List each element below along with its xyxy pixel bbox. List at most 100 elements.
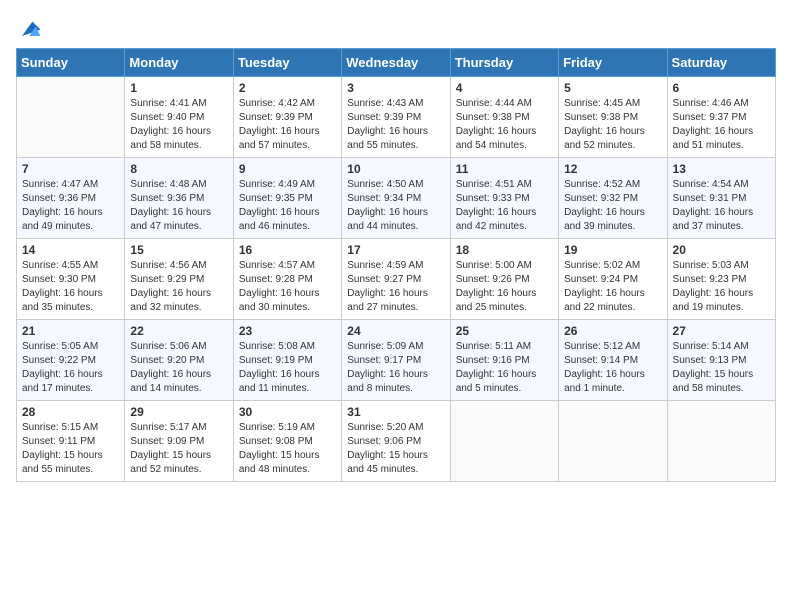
column-header-saturday: Saturday — [667, 49, 775, 77]
calendar-cell: 16Sunrise: 4:57 AMSunset: 9:28 PMDayligh… — [233, 239, 341, 320]
day-number: 27 — [673, 324, 770, 338]
calendar-cell: 2 Sunrise: 4:42 AMSunset: 9:39 PMDaylight… — [233, 77, 341, 158]
column-header-friday: Friday — [559, 49, 667, 77]
day-number: 15 — [130, 243, 227, 257]
calendar-cell: 21 Sunrise: 5:05 AMSunset: 9:22 PMDayligh… — [17, 320, 125, 401]
calendar-cell: 30 Sunrise: 5:19 AMSunset: 9:08 PMDayligh… — [233, 401, 341, 482]
day-info: Sunrise: 4:45 AMSunset: 9:38 PMDaylight:… — [564, 97, 661, 153]
day-info: Sunrise: 4:46 AMSunset: 9:37 PMDaylight:… — [673, 97, 770, 153]
day-number: 31 — [347, 405, 444, 419]
column-header-thursday: Thursday — [450, 49, 558, 77]
column-header-sunday: Sunday — [17, 49, 125, 77]
day-number: 7 — [22, 162, 119, 176]
calendar-cell: 23 Sunrise: 5:08 AMSunset: 9:19 PMDayligh… — [233, 320, 341, 401]
day-number: 3 — [347, 81, 444, 95]
day-number: 8 — [130, 162, 227, 176]
day-number: 22 — [130, 324, 227, 338]
day-number: 5 — [564, 81, 661, 95]
day-number: 28 — [22, 405, 119, 419]
day-info: Sunrise: 4:55 AMSunset: 9:30 PMDaylight:… — [22, 259, 119, 315]
day-info: Sunrise: 5:15 AMSunset: 9:11 PMDaylight:… — [22, 421, 119, 477]
calendar-cell — [559, 401, 667, 482]
day-number: 24 — [347, 324, 444, 338]
calendar-week-row: 1 Sunrise: 4:41 AMSunset: 9:40 PMDaylight… — [17, 77, 776, 158]
calendar-cell: 18Sunrise: 5:00 AMSunset: 9:26 PMDayligh… — [450, 239, 558, 320]
calendar-cell: 12Sunrise: 4:52 AMSunset: 9:32 PMDayligh… — [559, 158, 667, 239]
day-info: Sunrise: 4:41 AMSunset: 9:40 PMDaylight:… — [130, 97, 227, 153]
day-number: 30 — [239, 405, 336, 419]
calendar-cell: 19Sunrise: 5:02 AMSunset: 9:24 PMDayligh… — [559, 239, 667, 320]
calendar-cell: 5 Sunrise: 4:45 AMSunset: 9:38 PMDaylight… — [559, 77, 667, 158]
day-number: 17 — [347, 243, 444, 257]
day-number: 19 — [564, 243, 661, 257]
day-info: Sunrise: 5:05 AMSunset: 9:22 PMDaylight:… — [22, 340, 119, 396]
logo-icon — [18, 16, 42, 40]
day-number: 2 — [239, 81, 336, 95]
day-number: 25 — [456, 324, 553, 338]
day-number: 4 — [456, 81, 553, 95]
column-header-wednesday: Wednesday — [342, 49, 450, 77]
day-info: Sunrise: 5:09 AMSunset: 9:17 PMDaylight:… — [347, 340, 444, 396]
day-info: Sunrise: 4:54 AMSunset: 9:31 PMDaylight:… — [673, 178, 770, 234]
column-header-monday: Monday — [125, 49, 233, 77]
column-header-tuesday: Tuesday — [233, 49, 341, 77]
calendar-cell — [17, 77, 125, 158]
calendar-cell: 28 Sunrise: 5:15 AMSunset: 9:11 PMDayligh… — [17, 401, 125, 482]
day-number: 13 — [673, 162, 770, 176]
calendar-cell: 29Sunrise: 5:17 AMSunset: 9:09 PMDayligh… — [125, 401, 233, 482]
calendar-cell: 20Sunrise: 5:03 AMSunset: 9:23 PMDayligh… — [667, 239, 775, 320]
calendar-cell: 3Sunrise: 4:43 AMSunset: 9:39 PMDaylight… — [342, 77, 450, 158]
day-number: 11 — [456, 162, 553, 176]
day-number: 21 — [22, 324, 119, 338]
calendar-cell: 1 Sunrise: 4:41 AMSunset: 9:40 PMDaylight… — [125, 77, 233, 158]
calendar-cell: 25Sunrise: 5:11 AMSunset: 9:16 PMDayligh… — [450, 320, 558, 401]
day-info: Sunrise: 4:50 AMSunset: 9:34 PMDaylight:… — [347, 178, 444, 234]
day-number: 6 — [673, 81, 770, 95]
calendar-cell: 8Sunrise: 4:48 AMSunset: 9:36 PMDaylight… — [125, 158, 233, 239]
calendar-week-row: 14Sunrise: 4:55 AMSunset: 9:30 PMDayligh… — [17, 239, 776, 320]
calendar-week-row: 7 Sunrise: 4:47 AMSunset: 9:36 PMDaylight… — [17, 158, 776, 239]
day-info: Sunrise: 4:44 AMSunset: 9:38 PMDaylight:… — [456, 97, 553, 153]
calendar-cell: 22 Sunrise: 5:06 AMSunset: 9:20 PMDayligh… — [125, 320, 233, 401]
calendar-cell: 11 Sunrise: 4:51 AMSunset: 9:33 PMDayligh… — [450, 158, 558, 239]
day-info: Sunrise: 5:12 AMSunset: 9:14 PMDaylight:… — [564, 340, 661, 396]
day-number: 23 — [239, 324, 336, 338]
logo — [16, 16, 42, 40]
calendar-cell — [450, 401, 558, 482]
day-info: Sunrise: 5:14 AMSunset: 9:13 PMDaylight:… — [673, 340, 770, 396]
calendar-cell: 7 Sunrise: 4:47 AMSunset: 9:36 PMDaylight… — [17, 158, 125, 239]
calendar-week-row: 28 Sunrise: 5:15 AMSunset: 9:11 PMDayligh… — [17, 401, 776, 482]
day-info: Sunrise: 4:42 AMSunset: 9:39 PMDaylight:… — [239, 97, 336, 153]
day-number: 1 — [130, 81, 227, 95]
calendar-header-row: SundayMondayTuesdayWednesdayThursdayFrid… — [17, 49, 776, 77]
day-number: 12 — [564, 162, 661, 176]
calendar-cell: 15Sunrise: 4:56 AMSunset: 9:29 PMDayligh… — [125, 239, 233, 320]
day-info: Sunrise: 4:47 AMSunset: 9:36 PMDaylight:… — [22, 178, 119, 234]
day-number: 9 — [239, 162, 336, 176]
day-info: Sunrise: 4:49 AMSunset: 9:35 PMDaylight:… — [239, 178, 336, 234]
day-number: 20 — [673, 243, 770, 257]
day-number: 26 — [564, 324, 661, 338]
calendar-cell: 31 Sunrise: 5:20 AMSunset: 9:06 PMDayligh… — [342, 401, 450, 482]
calendar-cell: 9 Sunrise: 4:49 AMSunset: 9:35 PMDaylight… — [233, 158, 341, 239]
day-info: Sunrise: 5:06 AMSunset: 9:20 PMDaylight:… — [130, 340, 227, 396]
calendar-cell: 27 Sunrise: 5:14 AMSunset: 9:13 PMDayligh… — [667, 320, 775, 401]
day-info: Sunrise: 5:08 AMSunset: 9:19 PMDaylight:… — [239, 340, 336, 396]
calendar-table: SundayMondayTuesdayWednesdayThursdayFrid… — [16, 48, 776, 482]
calendar-week-row: 21 Sunrise: 5:05 AMSunset: 9:22 PMDayligh… — [17, 320, 776, 401]
day-info: Sunrise: 4:57 AMSunset: 9:28 PMDaylight:… — [239, 259, 336, 315]
day-info: Sunrise: 5:19 AMSunset: 9:08 PMDaylight:… — [239, 421, 336, 477]
calendar-cell: 13 Sunrise: 4:54 AMSunset: 9:31 PMDayligh… — [667, 158, 775, 239]
calendar-cell: 6 Sunrise: 4:46 AMSunset: 9:37 PMDaylight… — [667, 77, 775, 158]
day-info: Sunrise: 5:20 AMSunset: 9:06 PMDaylight:… — [347, 421, 444, 477]
day-number: 29 — [130, 405, 227, 419]
day-info: Sunrise: 5:00 AMSunset: 9:26 PMDaylight:… — [456, 259, 553, 315]
calendar-cell: 10 Sunrise: 4:50 AMSunset: 9:34 PMDayligh… — [342, 158, 450, 239]
calendar-cell: 26 Sunrise: 5:12 AMSunset: 9:14 PMDayligh… — [559, 320, 667, 401]
day-number: 10 — [347, 162, 444, 176]
day-info: Sunrise: 4:51 AMSunset: 9:33 PMDaylight:… — [456, 178, 553, 234]
page-header — [16, 16, 776, 40]
calendar-cell: 4 Sunrise: 4:44 AMSunset: 9:38 PMDaylight… — [450, 77, 558, 158]
calendar-cell — [667, 401, 775, 482]
calendar-cell: 14Sunrise: 4:55 AMSunset: 9:30 PMDayligh… — [17, 239, 125, 320]
